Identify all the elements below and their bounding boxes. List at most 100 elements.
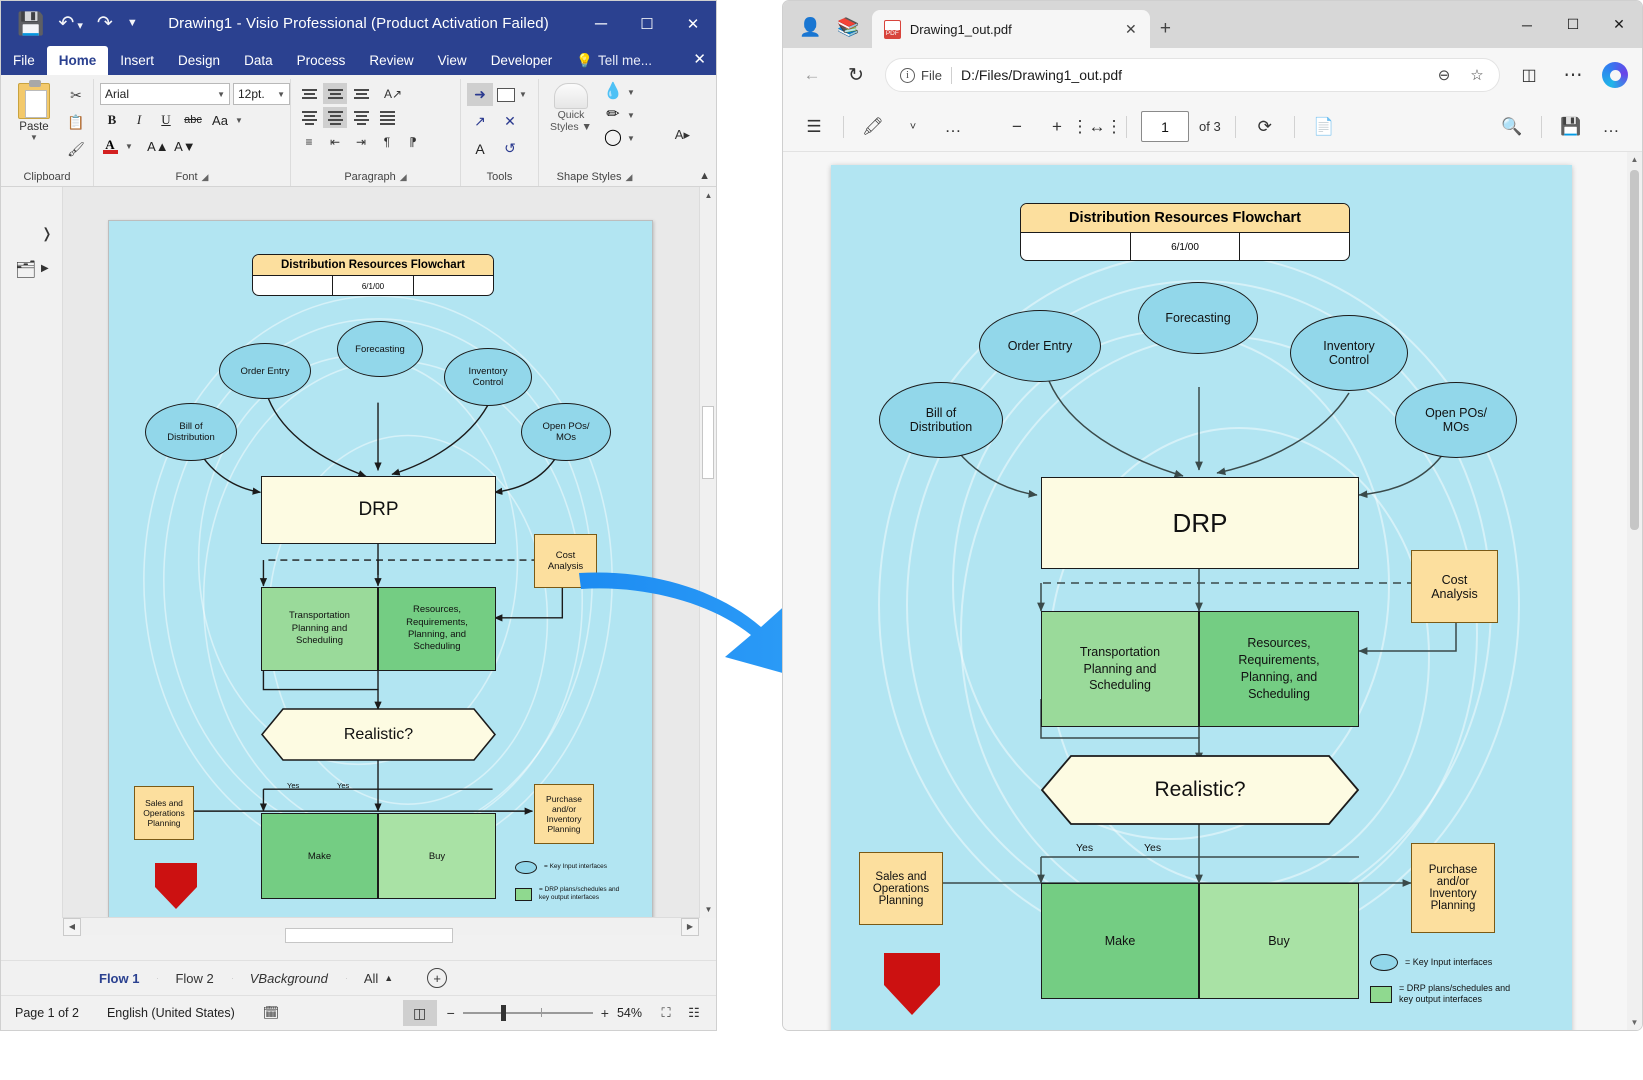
node-open-pos-mos[interactable]: Open POs/ MOs (521, 403, 611, 461)
close-ribbon-icon[interactable]: ✕ (693, 50, 706, 68)
pdf-node-bill-of-distribution[interactable]: Bill of Distribution (879, 382, 1003, 458)
pdf-node-inventory-control[interactable]: Inventory Control (1290, 315, 1408, 391)
pdf-viewport[interactable]: Distribution Resources Flowchart 6/1/00 … (783, 152, 1642, 1030)
change-case-button[interactable]: Aa (208, 109, 232, 131)
scroll-left-arrow-icon[interactable]: ◀ (63, 918, 81, 936)
page-tab-all[interactable]: All ▲ (346, 971, 411, 986)
node-inventory-control[interactable]: Inventory Control (444, 348, 532, 406)
macros-icon[interactable]: 🗓 (249, 1005, 294, 1021)
font-size-combo[interactable]: 12pt. ▼ (233, 83, 290, 105)
ribbon-overflow[interactable]: A▸ (675, 127, 690, 143)
save-icon[interactable]: 💾 (1556, 112, 1586, 142)
scroll-up-arrow-icon[interactable]: ▲ (700, 187, 716, 204)
text-direction-button[interactable]: A↗ (381, 83, 405, 104)
zoom-out-button[interactable]: − (1002, 112, 1032, 142)
pdf-node-buy[interactable]: Buy (1199, 883, 1359, 999)
justify-button[interactable] (375, 107, 399, 128)
zoom-control[interactable]: − + 54% (437, 1005, 652, 1021)
more-tools-icon[interactable]: … (938, 112, 968, 142)
shape-styles-dialog-launcher-icon[interactable]: ◢ (625, 172, 632, 183)
align-middle-button[interactable] (323, 83, 347, 104)
tab-design[interactable]: Design (166, 46, 232, 75)
close-button[interactable]: ✕ (670, 1, 716, 46)
pointer-tool-icon[interactable]: ➜ (467, 83, 493, 106)
text-block-tool-icon[interactable]: ↺ (497, 137, 523, 160)
address-url[interactable]: D:/Files/Drawing1_out.pdf (961, 67, 1423, 83)
fit-to-width-icon[interactable]: ⋮↔⋮ (1082, 112, 1112, 142)
copy-icon[interactable]: 📋 (65, 112, 87, 132)
chevron-down-icon[interactable]: ▼ (627, 134, 635, 143)
visio-canvas[interactable]: Distribution Resources Flowchart 6/1/00 … (63, 187, 716, 918)
refresh-icon[interactable]: ↻ (841, 60, 871, 90)
pdf-node-resources-requirements[interactable]: Resources, Requirements, Planning, and S… (1199, 611, 1359, 727)
zoom-in-button[interactable]: + (1042, 112, 1072, 142)
address-bar[interactable]: i File D:/Files/Drawing1_out.pdf ⊖ ☆ (885, 58, 1500, 92)
page-view-icon[interactable]: 📄 (1309, 112, 1339, 142)
chevron-down-icon[interactable]: ▼ (627, 111, 635, 120)
node-sales-operations-planning[interactable]: Sales and Operations Planning (134, 786, 194, 840)
cut-icon[interactable]: ✂ (65, 85, 87, 105)
paste-dropdown-caret[interactable]: ▼ (30, 133, 38, 142)
split-screen-icon[interactable]: ◫ (1514, 60, 1544, 90)
chevron-down-icon[interactable]: ˅ (898, 112, 928, 142)
underline-button[interactable]: U (154, 109, 178, 131)
page-tab-flow-1[interactable]: Flow 1 (81, 971, 157, 986)
tab-collections-icon[interactable]: 📚 (837, 17, 859, 38)
italic-button[interactable]: I (127, 109, 151, 131)
tab-view[interactable]: View (426, 46, 479, 75)
increase-font-size-button[interactable]: A▲ (146, 135, 170, 157)
pdf-scroll-up-arrow-icon[interactable]: ▲ (1627, 152, 1642, 167)
minimize-button[interactable]: ─ (578, 1, 624, 46)
canvas-horizontal-scrollbar[interactable]: ◀ ▶ (63, 917, 699, 935)
expand-shapes-pane-icon[interactable]: ❭ (41, 225, 53, 242)
node-purchase-inventory-planning[interactable]: Purchase and/or Inventory Planning (534, 784, 594, 844)
chevron-down-icon[interactable]: ▼ (123, 142, 133, 151)
scroll-down-arrow-icon[interactable]: ▼ (700, 901, 716, 918)
format-painter-icon[interactable]: 🖌 (65, 139, 87, 159)
font-color-button[interactable]: A (100, 139, 120, 154)
rectangle-tool-icon[interactable] (497, 88, 515, 102)
pdf-node-realistic-decision[interactable]: Realistic? (1041, 755, 1359, 825)
horizontal-scroll-thumb[interactable] (285, 928, 453, 943)
connector-tool-icon[interactable]: ↗ (467, 110, 493, 133)
font-dialog-launcher-icon[interactable]: ◢ (202, 172, 209, 183)
tab-data[interactable]: Data (232, 46, 285, 75)
pdf-node-open-pos-mos[interactable]: Open POs/ MOs (1395, 382, 1517, 458)
scroll-right-arrow-icon[interactable]: ▶ (681, 918, 699, 936)
pdf-node-make[interactable]: Make (1041, 883, 1199, 999)
align-top-button[interactable] (297, 83, 321, 104)
paragraph-dialog-launcher-icon[interactable]: ◢ (400, 172, 407, 183)
zoom-out-button[interactable]: − (447, 1005, 455, 1021)
text-tool-icon[interactable]: A (467, 137, 493, 160)
zoom-slider-track[interactable] (463, 1012, 593, 1014)
pdf-rendered-page[interactable]: Distribution Resources Flowchart 6/1/00 … (831, 165, 1572, 1030)
node-realistic-decision[interactable]: Realistic? (261, 708, 496, 761)
copilot-icon[interactable] (1602, 62, 1628, 88)
paste-button[interactable]: Paste ▼ (7, 83, 61, 142)
maximize-button[interactable]: ☐ (1550, 1, 1596, 48)
status-page-indicator[interactable]: Page 1 of 2 (1, 1006, 93, 1020)
visio-drawing-page[interactable]: Distribution Resources Flowchart 6/1/00 … (108, 220, 653, 918)
pdf-node-sales-operations-planning[interactable]: Sales and Operations Planning (859, 852, 943, 925)
node-make[interactable]: Make (261, 813, 378, 899)
table-of-contents-icon[interactable]: ☰ (799, 112, 829, 142)
pdf-node-drp[interactable]: DRP (1041, 477, 1359, 569)
save-icon[interactable]: 💾 (17, 13, 44, 35)
pdf-vertical-scrollbar[interactable]: ▲ ▼ (1627, 152, 1642, 1030)
fill-color-button[interactable]: 💧 ▼ (602, 83, 635, 101)
close-button[interactable]: ✕ (1596, 1, 1642, 48)
font-family-combo[interactable]: Arial ▼ (100, 83, 230, 105)
align-right-button[interactable] (349, 107, 373, 128)
node-order-entry[interactable]: Order Entry (219, 343, 311, 399)
customize-qat-icon[interactable]: ▼ (127, 18, 138, 29)
node-buy[interactable]: Buy (378, 813, 496, 899)
node-drp[interactable]: DRP (261, 476, 496, 544)
chevron-down-icon[interactable]: ▼ (235, 116, 243, 125)
canvas-vertical-scrollbar[interactable]: ▲ ▼ (699, 187, 716, 918)
redo-icon[interactable]: ↷ (97, 14, 113, 33)
vertical-scroll-thumb[interactable] (702, 406, 714, 479)
align-left-button[interactable] (297, 107, 321, 128)
pdf-node-forecasting[interactable]: Forecasting (1138, 282, 1258, 354)
bold-button[interactable]: B (100, 109, 124, 131)
ltr-text-direction-button[interactable]: ¶ (375, 131, 399, 152)
